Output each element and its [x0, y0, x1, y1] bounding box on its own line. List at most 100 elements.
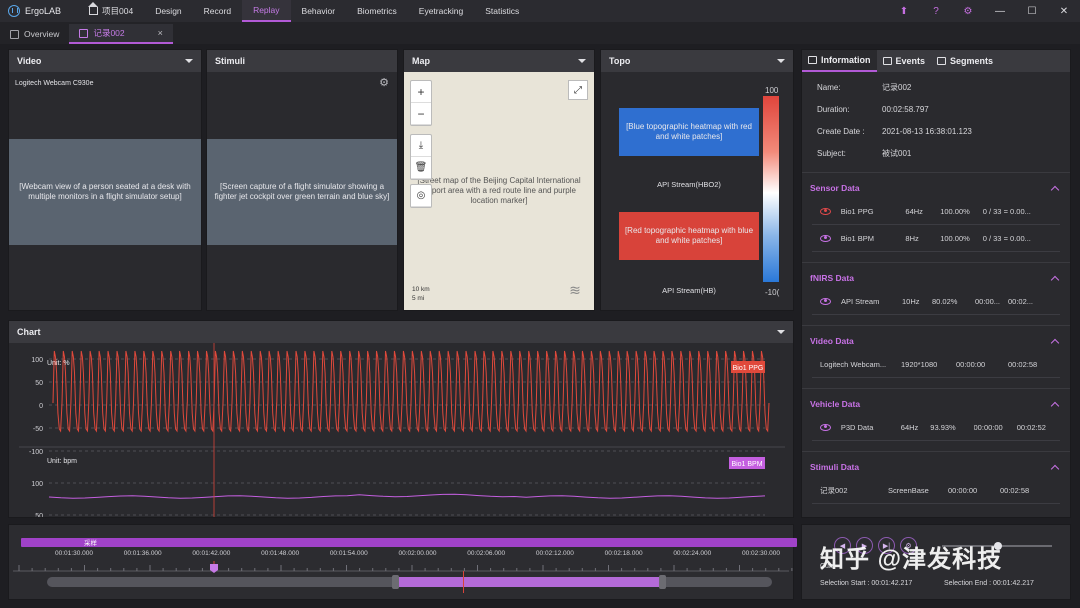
- map-panel: Map [Street map of the Beijing Capital I…: [403, 49, 595, 311]
- row-cell: 0 / 33 = 0.00...: [982, 233, 1031, 243]
- y-tick-label: 50: [35, 380, 43, 387]
- menu-item-5[interactable]: Biometrics: [346, 0, 408, 22]
- timeline-selection[interactable]: [399, 577, 662, 587]
- info-tab-2[interactable]: Segments: [931, 50, 999, 72]
- minimize-icon[interactable]: —: [984, 0, 1016, 22]
- menu-item-2[interactable]: Record: [193, 0, 242, 22]
- y-tick-label: 100: [31, 357, 43, 364]
- topo-panel-header[interactable]: Topo: [601, 50, 793, 72]
- menu-item-1[interactable]: Design: [144, 0, 192, 22]
- data-row[interactable]: Bio1 BPM 8Hz 100.00% 0 / 33 = 0.00...: [812, 225, 1060, 252]
- timeline-scrollbar[interactable]: [47, 571, 772, 593]
- chevron-up-icon[interactable]: [1050, 338, 1060, 347]
- dropdown-caret-icon[interactable]: [777, 59, 785, 63]
- bpm-legend-label: Bio1 BPM: [731, 461, 762, 468]
- timeline-tick-label: 00:01:36.000: [123, 550, 162, 557]
- timeline-tick-label: 00:01:42.000: [192, 550, 231, 557]
- help-icon[interactable]: ?: [920, 0, 952, 22]
- tab-close-icon[interactable]: ×: [158, 28, 163, 38]
- stimuli-panel-header[interactable]: Stimuli: [207, 50, 397, 72]
- stimuli-settings-gear-icon[interactable]: ⚙: [379, 76, 389, 89]
- map-view[interactable]: [Street map of the Beijing Capital Inter…: [404, 72, 594, 310]
- dropdown-caret-icon[interactable]: [185, 59, 193, 63]
- section-header[interactable]: fNIRS Data: [802, 268, 1070, 288]
- row-cell: 00:00...: [975, 296, 1001, 306]
- visibility-eye-icon[interactable]: [820, 234, 831, 242]
- record-icon: [79, 28, 89, 38]
- menu-item-7[interactable]: Statistics: [474, 0, 530, 22]
- data-row[interactable]: 记录002 ScreenBase 00:00:00 00:02:58: [812, 477, 1060, 504]
- map-panel-header[interactable]: Map: [404, 50, 594, 72]
- row-cell: Bio1 BPM: [840, 233, 875, 243]
- watermark: 知乎 @津发科技: [820, 546, 1003, 573]
- section-title: Sensor Data: [810, 183, 860, 193]
- chevron-up-icon[interactable]: [1050, 185, 1060, 194]
- selection-end-handle[interactable]: [659, 575, 666, 589]
- visibility-eye-icon[interactable]: [820, 297, 831, 305]
- data-row[interactable]: P3D Data 64Hz 93.93% 00:00:00 00:02:52: [812, 414, 1060, 441]
- menu-item-3[interactable]: Replay: [242, 0, 291, 22]
- menu-item-label: 项目004: [102, 6, 134, 16]
- data-row[interactable]: Logitech Webcam... 1920*1080 00:00:00 00:02…: [812, 351, 1060, 378]
- video-panel-header[interactable]: Video: [9, 50, 201, 72]
- stimuli-screen-frame[interactable]: [Screen capture of a flight simulator sh…: [207, 139, 397, 245]
- timeline-tick-label: 00:02:24.000: [673, 550, 712, 557]
- row-cell: 1920*1080: [901, 359, 938, 369]
- signal-chart[interactable]: 100 50 0 -50 -100 100 50 Unit: % Unit: bpm Bio1 P…: [9, 343, 793, 517]
- fullscreen-expand-icon[interactable]: ⤢: [568, 80, 588, 100]
- close-icon[interactable]: ✕: [1048, 0, 1080, 22]
- info-tab-0[interactable]: Information: [802, 50, 877, 72]
- row-cell: 10Hz: [902, 296, 920, 306]
- row-cell: 00:02...: [1008, 296, 1034, 306]
- chevron-up-icon[interactable]: [1050, 401, 1060, 410]
- section-header[interactable]: Video Data: [802, 331, 1070, 351]
- dropdown-caret-icon[interactable]: [578, 59, 586, 63]
- maximize-icon[interactable]: ☐: [1016, 0, 1048, 22]
- topo-label-hb: API Stream(HB): [662, 286, 716, 295]
- section-header[interactable]: Stimuli Data: [802, 457, 1070, 477]
- data-row[interactable]: Bio1 PPG 64Hz 100.00% 0 / 33 = 0.00...: [812, 198, 1060, 225]
- info-tab-1[interactable]: Events: [877, 50, 932, 72]
- video-panel: Video Logitech Webcam C930e [Webcam view…: [8, 49, 202, 311]
- menu-item-6[interactable]: Eyetracking: [408, 0, 474, 22]
- zoom-in-icon[interactable]: +: [411, 81, 431, 103]
- upload-arrow-icon[interactable]: ⬆: [888, 0, 920, 22]
- row-cell: 00:02:58: [1000, 485, 1030, 495]
- info-field-key: Name:: [817, 82, 841, 92]
- section-2: Video Data Logitech Webcam... 1920*1080 00:…: [802, 325, 1070, 378]
- menu-item-label: Replay: [253, 5, 280, 15]
- trash-icon[interactable]: 🗑: [411, 157, 431, 179]
- chevron-up-icon[interactable]: [1050, 464, 1060, 473]
- timeline-panel: 采样 00:01:30.000 00:01:36.000 00:01:42.000 0…: [8, 524, 797, 600]
- zoom-out-icon[interactable]: −: [411, 103, 431, 125]
- ppg-series-line: [52, 350, 770, 433]
- menu-item-0[interactable]: 项目004: [78, 0, 144, 22]
- info-field-value: 被试001: [882, 148, 912, 158]
- dropdown-caret-icon[interactable]: [777, 330, 785, 334]
- row-cell: P3D Data: [840, 422, 874, 432]
- doc-tab-1[interactable]: 记录002 ×: [69, 24, 173, 44]
- app-name: ErgoLAB: [25, 6, 62, 16]
- sampling-range-bar[interactable]: 采样: [21, 538, 797, 547]
- visibility-eye-icon[interactable]: [820, 207, 831, 215]
- chart-panel-header[interactable]: Chart: [9, 321, 793, 343]
- menu-item-label: Statistics: [485, 6, 520, 16]
- visibility-eye-icon[interactable]: [820, 423, 831, 431]
- section-1: fNIRS Data API Stream 10Hz 80.02% 00:00... 00…: [802, 262, 1070, 315]
- topo-map-hb[interactable]: [Red topographic heatmap with blue and w…: [619, 212, 759, 260]
- webcam-video-frame[interactable]: [Webcam view of a person seated at a des…: [9, 139, 201, 245]
- selection-start-handle[interactable]: [392, 575, 399, 589]
- topo-map-hbo2[interactable]: [Blue topographic heatmap with red and w…: [619, 108, 759, 156]
- map-layers-icon[interactable]: ≋: [564, 280, 586, 300]
- app-logo[interactable]: ErgoLAB: [0, 5, 78, 17]
- download-icon[interactable]: ⤓: [411, 135, 431, 157]
- menu-item-4[interactable]: Behavior: [291, 0, 347, 22]
- doc-tab-0[interactable]: Overview: [0, 24, 69, 44]
- section-header[interactable]: Vehicle Data: [802, 394, 1070, 414]
- row-cell: 0 / 33 = 0.00...: [982, 206, 1031, 216]
- section-header[interactable]: Sensor Data: [802, 178, 1070, 198]
- chevron-up-icon[interactable]: [1050, 275, 1060, 284]
- locate-target-icon[interactable]: ◎: [411, 185, 431, 207]
- data-row[interactable]: API Stream 10Hz 80.02% 00:00... 00:02...: [812, 288, 1060, 315]
- settings-gear-icon[interactable]: ⚙: [952, 0, 984, 22]
